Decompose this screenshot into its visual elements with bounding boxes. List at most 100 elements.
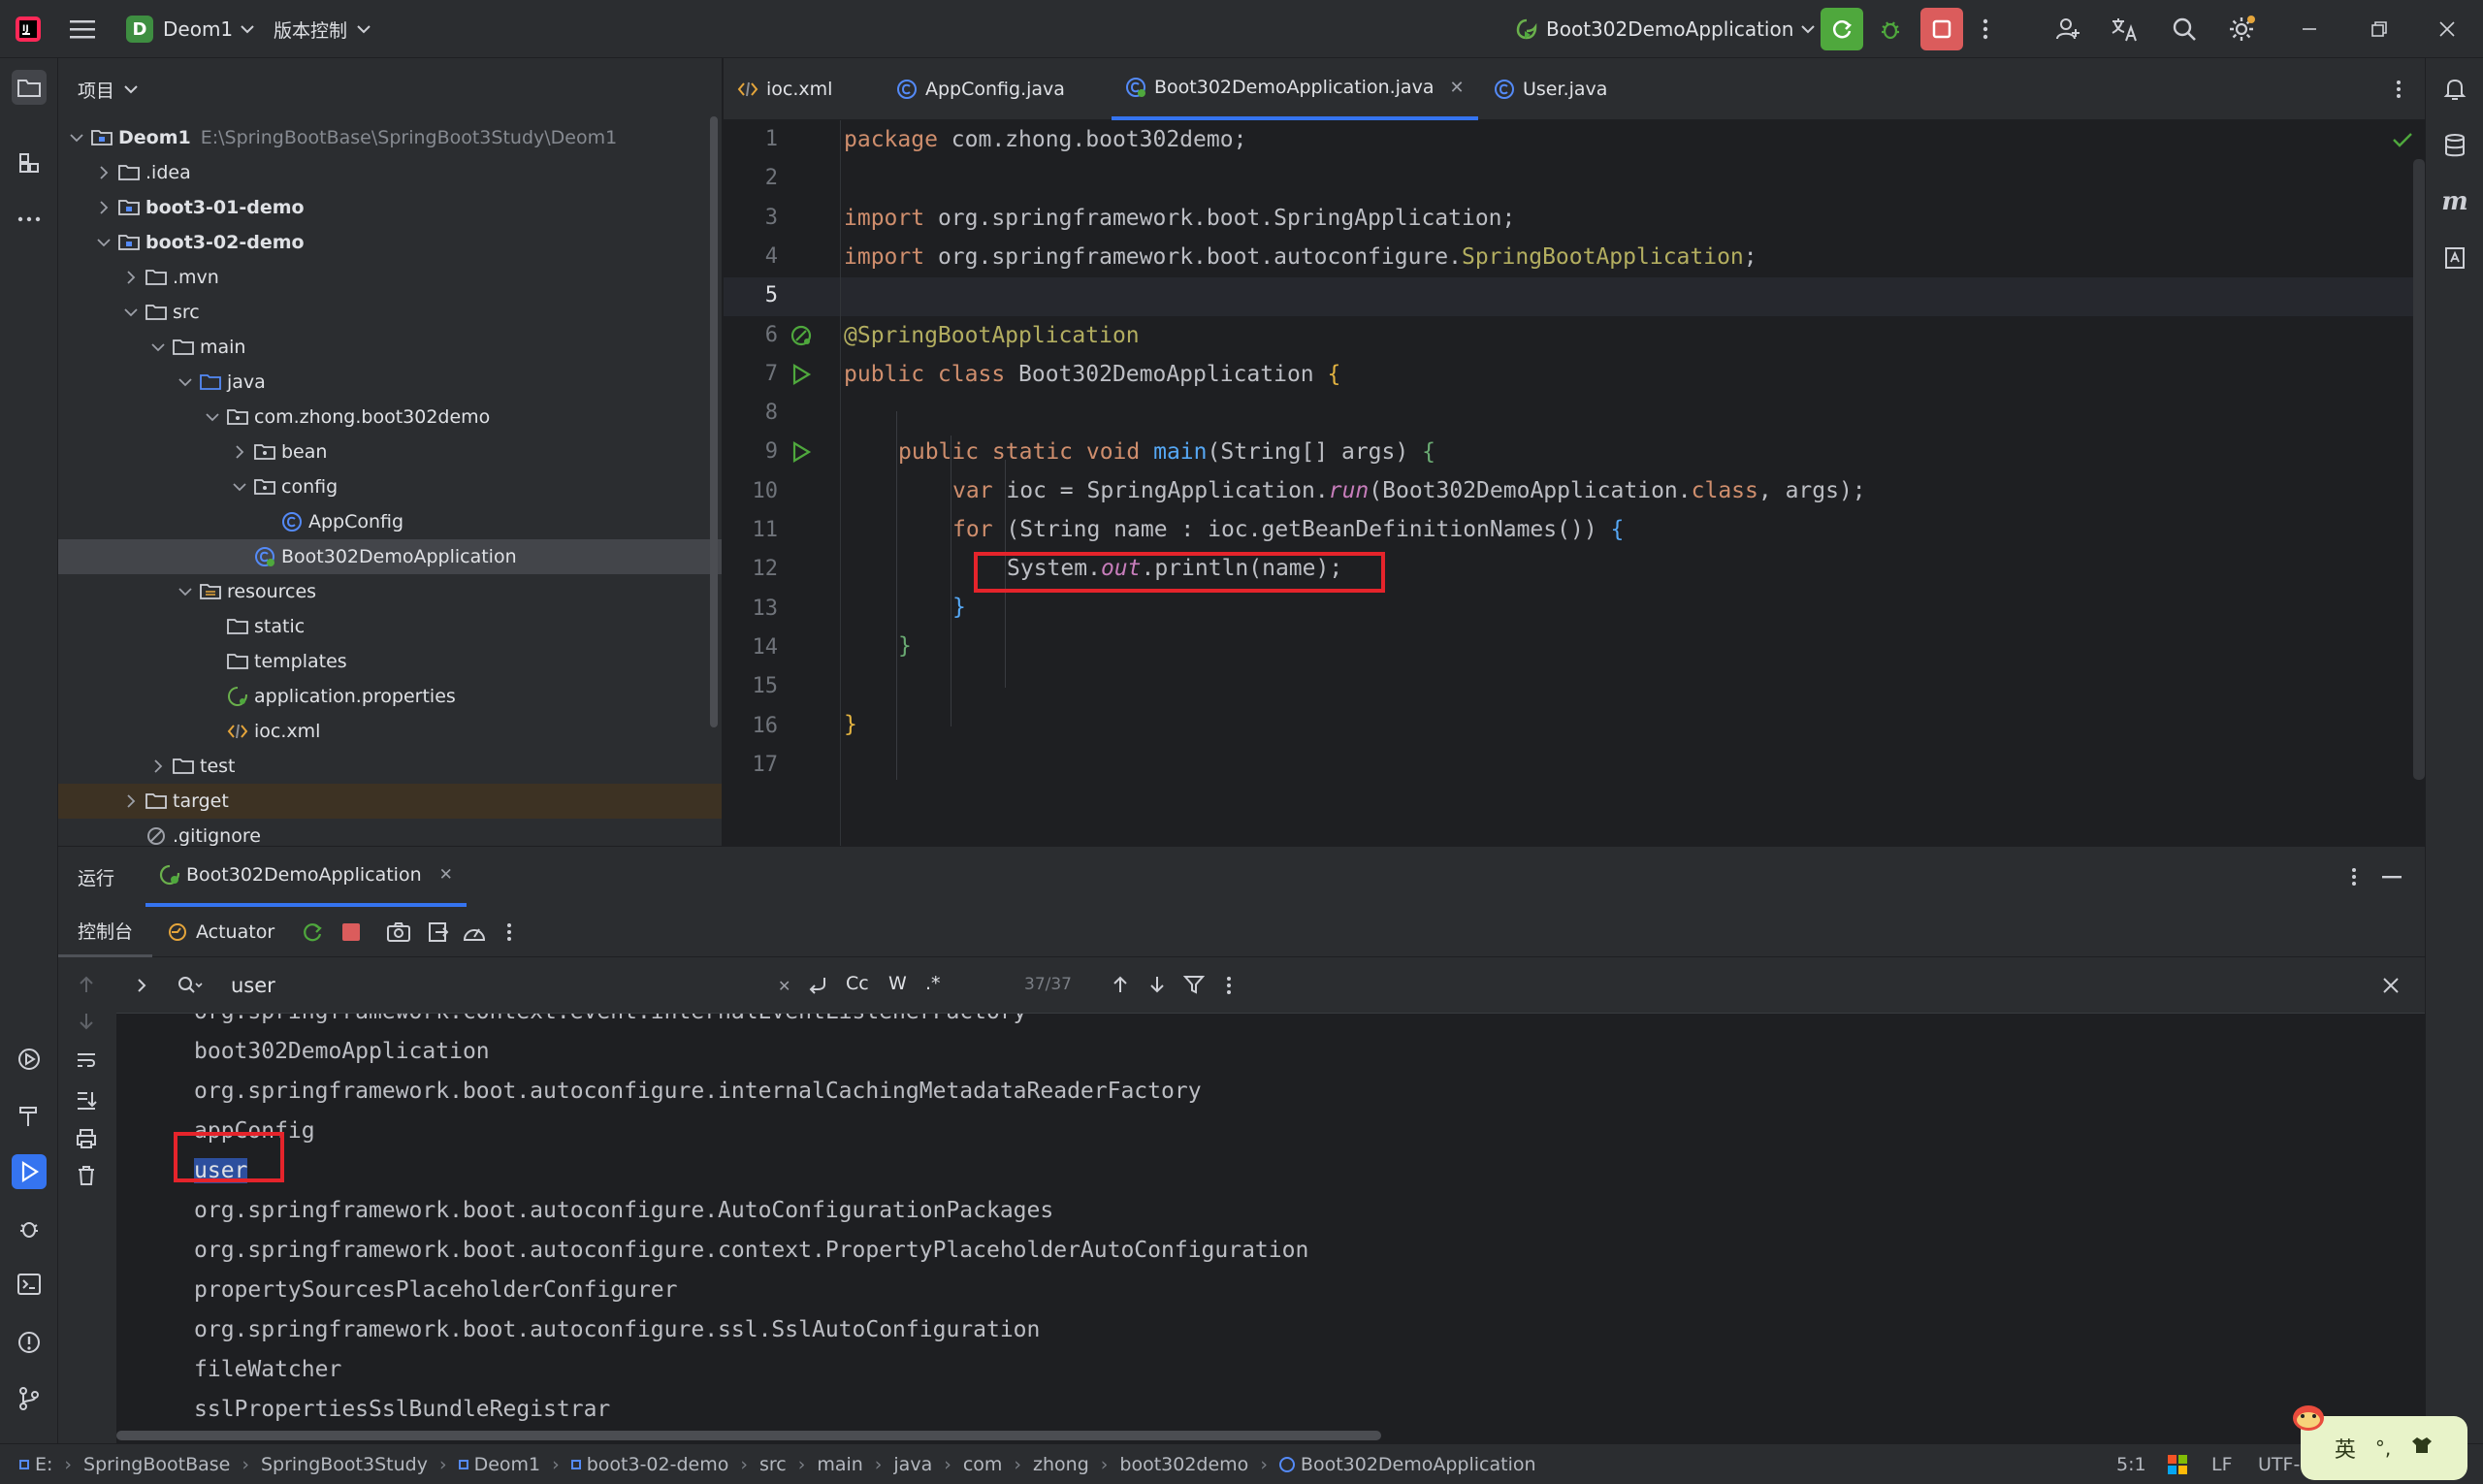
debug-tool-button[interactable] bbox=[12, 1210, 47, 1245]
new-line-icon[interactable] bbox=[807, 975, 828, 996]
ime-indicator[interactable]: 英 °, bbox=[2293, 1405, 2467, 1480]
soft-wrap-icon[interactable] bbox=[76, 1050, 97, 1070]
expand-chevron-icon[interactable] bbox=[136, 977, 147, 994]
rerun-button[interactable] bbox=[1821, 0, 1863, 58]
trash-icon[interactable] bbox=[76, 1165, 97, 1186]
problems-tool-button[interactable] bbox=[12, 1325, 47, 1360]
previous-match-icon[interactable] bbox=[1112, 975, 1129, 994]
tab-boot302demoapplication[interactable]: Boot302DemoApplication.java ✕ bbox=[1112, 58, 1478, 120]
breadcrumb-item[interactable]: boot3-02-demo bbox=[570, 1454, 728, 1475]
arrow-down-icon[interactable] bbox=[78, 1012, 95, 1031]
more-vertical-icon[interactable] bbox=[1226, 976, 1232, 995]
filter-icon[interactable] bbox=[1183, 975, 1205, 994]
tab-options-button[interactable] bbox=[2382, 58, 2415, 120]
notifications-button[interactable] bbox=[2437, 72, 2472, 107]
chevron-down-icon[interactable] bbox=[173, 587, 198, 597]
breadcrumb-item[interactable]: java bbox=[893, 1454, 932, 1475]
editor-scrollbar[interactable] bbox=[2413, 159, 2425, 780]
tree-item[interactable]: src bbox=[58, 295, 722, 330]
more-vertical-icon[interactable] bbox=[2351, 866, 2357, 887]
close-tab-icon[interactable]: ✕ bbox=[439, 865, 453, 885]
line-separator[interactable]: LF bbox=[2211, 1444, 2233, 1484]
more-vertical-icon[interactable] bbox=[506, 921, 512, 943]
file-encoding[interactable]: UTF- bbox=[2258, 1444, 2300, 1484]
code-editor[interactable]: 1 2 3 4 5 6 7 8 9 10 11 12 13 14 15 16 17 package com.zh… bbox=[724, 120, 2425, 846]
chevron-down-icon[interactable] bbox=[145, 342, 171, 352]
close-window-button[interactable] bbox=[2438, 0, 2456, 58]
exit-icon[interactable] bbox=[427, 920, 450, 944]
camera-icon[interactable] bbox=[386, 920, 411, 944]
print-icon[interactable] bbox=[76, 1128, 97, 1149]
chevron-down-icon[interactable] bbox=[64, 133, 89, 143]
tree-item[interactable]: config bbox=[58, 469, 722, 504]
vcs-menu[interactable]: 版本控制 bbox=[274, 0, 371, 58]
breadcrumb-item[interactable]: com bbox=[963, 1454, 1003, 1475]
tree-item[interactable]: java bbox=[58, 365, 722, 400]
tab-appconfig[interactable]: AppConfig.java bbox=[883, 58, 1079, 120]
more-actions-button[interactable] bbox=[1983, 0, 1988, 58]
profiler-icon[interactable] bbox=[462, 920, 487, 944]
tree-item[interactable]: templates bbox=[58, 644, 722, 679]
git-tool-button[interactable] bbox=[12, 1381, 47, 1416]
project-panel-header[interactable]: 项目 bbox=[58, 58, 722, 120]
tree-item[interactable]: .mvn bbox=[58, 260, 722, 295]
restore-button[interactable] bbox=[2370, 0, 2388, 58]
console-hscrollbar[interactable] bbox=[116, 1431, 1381, 1440]
tree-item[interactable]: application.properties bbox=[58, 679, 722, 714]
hide-panel-icon[interactable] bbox=[2382, 876, 2402, 880]
tree-item[interactable]: .gitignore bbox=[58, 819, 722, 846]
tab-actuator[interactable]: Actuator bbox=[167, 907, 274, 957]
search-everywhere-button[interactable] bbox=[2171, 0, 2198, 58]
tree-item[interactable]: Boot302DemoApplication bbox=[58, 539, 722, 574]
run-config-selector[interactable]: Boot302DemoApplication bbox=[1515, 0, 1816, 58]
chevron-right-icon[interactable] bbox=[227, 445, 252, 459]
settings-button[interactable] bbox=[2227, 0, 2256, 58]
scroll-to-end-icon[interactable] bbox=[76, 1089, 97, 1111]
chevron-right-icon[interactable] bbox=[118, 271, 144, 284]
chevron-right-icon[interactable] bbox=[145, 759, 171, 773]
breadcrumb-item[interactable]: Boot302DemoApplication bbox=[1278, 1454, 1536, 1475]
tree-item[interactable]: main bbox=[58, 330, 722, 365]
arrow-up-icon[interactable] bbox=[78, 975, 95, 994]
match-case-button[interactable]: Cc bbox=[846, 973, 869, 994]
stop-icon[interactable] bbox=[341, 922, 361, 942]
chevron-down-icon[interactable] bbox=[91, 238, 116, 247]
more-tools-button[interactable] bbox=[12, 202, 47, 237]
minimize-button[interactable] bbox=[2301, 0, 2318, 58]
tab-user-java[interactable]: User.java bbox=[1480, 58, 1621, 120]
tree-item[interactable]: boot3-02-demo bbox=[58, 225, 722, 260]
breadcrumb-item[interactable]: SpringBoot3Study bbox=[261, 1454, 428, 1475]
run-gutter-icon[interactable] bbox=[786, 355, 817, 394]
breadcrumb-item[interactable]: boot302demo bbox=[1119, 1454, 1248, 1475]
tab-console[interactable]: 控制台 bbox=[58, 907, 153, 957]
caret-position[interactable]: 5:1 bbox=[2116, 1444, 2146, 1484]
code-with-me-button[interactable] bbox=[2054, 0, 2081, 58]
chevron-right-icon[interactable] bbox=[91, 166, 116, 179]
search-history-icon[interactable] bbox=[177, 975, 204, 996]
chevron-right-icon[interactable] bbox=[118, 794, 144, 808]
regex-button[interactable]: .* bbox=[925, 973, 941, 994]
tree-item[interactable]: resources bbox=[58, 574, 722, 609]
breadcrumb-item[interactable]: E: bbox=[19, 1454, 52, 1475]
run-gutter-icon[interactable] bbox=[786, 433, 817, 471]
project-scrollbar[interactable] bbox=[710, 116, 718, 727]
translate-button[interactable] bbox=[2111, 0, 2140, 58]
tree-item[interactable]: bean bbox=[58, 435, 722, 469]
console-search-input[interactable] bbox=[231, 969, 774, 1002]
rerun-icon[interactable] bbox=[301, 920, 324, 944]
main-menu-button[interactable] bbox=[70, 0, 95, 58]
breadcrumb-item[interactable]: SpringBootBase bbox=[83, 1454, 230, 1475]
chevron-down-icon[interactable] bbox=[227, 482, 252, 492]
chevron-down-icon[interactable] bbox=[173, 377, 198, 387]
chevron-down-icon[interactable] bbox=[118, 307, 144, 317]
tree-item[interactable]: target bbox=[58, 784, 722, 819]
app-logo-icon[interactable]: IJ bbox=[14, 0, 43, 58]
tree-item[interactable]: static bbox=[58, 609, 722, 644]
tree-item[interactable]: com.zhong.boot302demo bbox=[58, 400, 722, 435]
maven-button[interactable]: m bbox=[2437, 184, 2472, 219]
database-button[interactable] bbox=[2437, 128, 2472, 163]
run-tool-button[interactable] bbox=[12, 1154, 47, 1189]
chevron-down-icon[interactable] bbox=[200, 412, 225, 422]
tree-item[interactable]: Deom1 E:\SpringBootBase\SpringBoot3Study\… bbox=[58, 120, 722, 155]
build-tool-button[interactable] bbox=[12, 1098, 47, 1133]
